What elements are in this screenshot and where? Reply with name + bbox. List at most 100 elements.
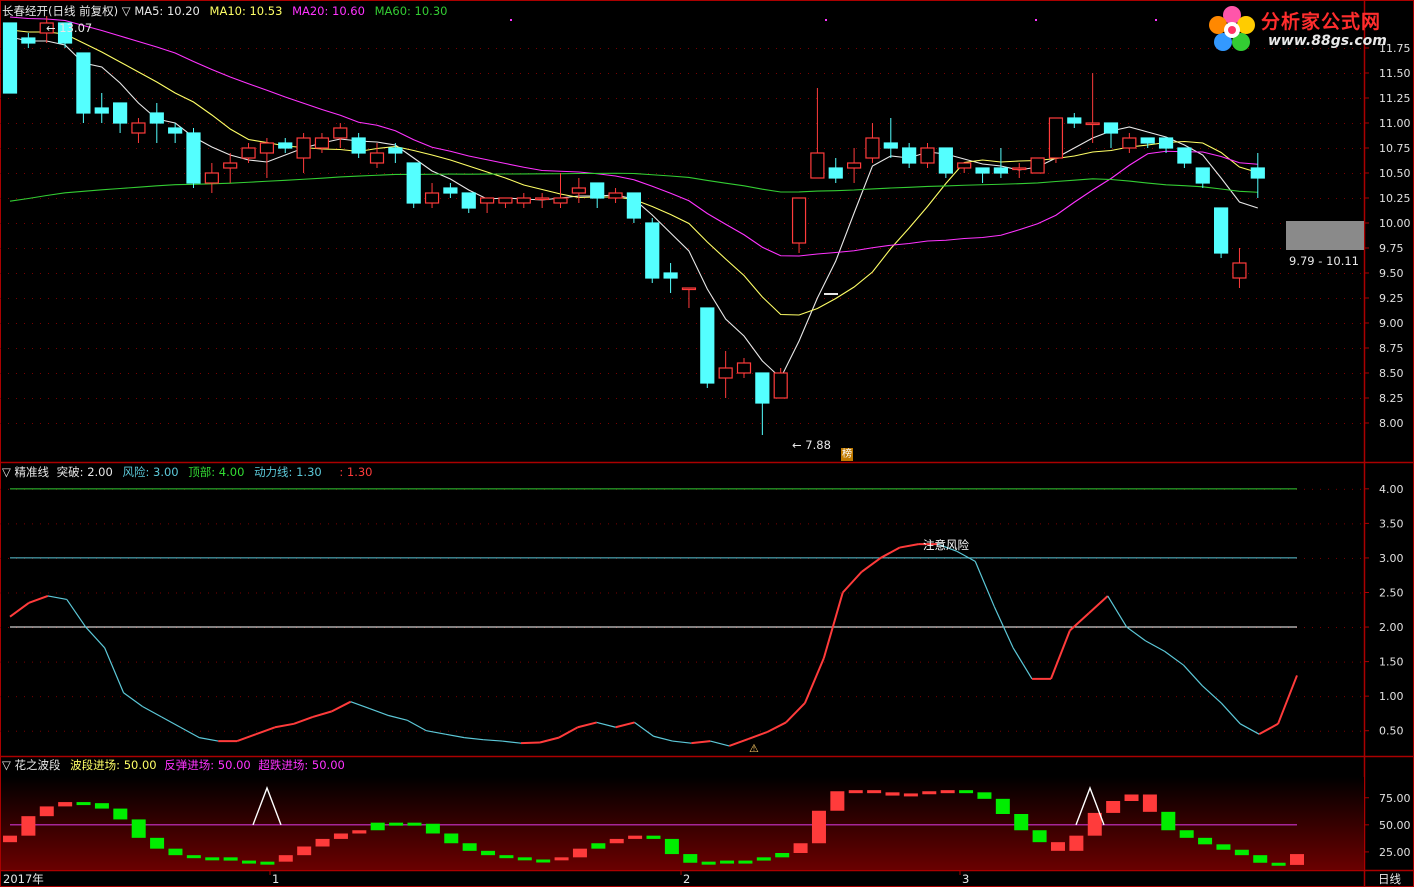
dropdown-triangle-icon[interactable]: ▽ bbox=[2, 758, 11, 772]
precision-line-segment bbox=[1050, 630, 1071, 680]
wave-bar bbox=[1179, 830, 1194, 838]
candle-body bbox=[1122, 137, 1137, 149]
candle-body bbox=[681, 287, 697, 291]
candle-body bbox=[1250, 167, 1265, 179]
candle bbox=[204, 163, 219, 193]
candle bbox=[810, 88, 825, 179]
top-label: 顶部: 4.00 bbox=[188, 465, 245, 479]
wave-bar bbox=[738, 860, 753, 864]
wave-bar bbox=[867, 790, 882, 794]
candle bbox=[1103, 122, 1119, 148]
wave-bar bbox=[977, 792, 992, 799]
wave-bar bbox=[3, 835, 17, 843]
candle-body bbox=[902, 147, 917, 164]
candle-body bbox=[204, 172, 219, 184]
candle-body bbox=[535, 197, 550, 201]
wave-bar bbox=[1106, 801, 1121, 813]
precision-line-segment bbox=[123, 692, 143, 708]
indicator-tick-label: 3.00 bbox=[1379, 552, 1404, 565]
candle bbox=[718, 351, 733, 398]
precision-line-segment bbox=[1277, 675, 1298, 725]
wave-bar bbox=[223, 857, 238, 861]
chart-frame bbox=[0, 0, 1414, 887]
candle-body bbox=[1177, 147, 1192, 164]
price-tick-label: 8.75 bbox=[1379, 342, 1404, 355]
candle bbox=[626, 192, 642, 223]
candle-body bbox=[1213, 207, 1229, 254]
precision-line-segment bbox=[747, 731, 768, 740]
precision-line-segment bbox=[331, 700, 352, 713]
precision-line-segment bbox=[1107, 595, 1128, 628]
wave-bar bbox=[444, 833, 459, 844]
candle-body bbox=[112, 102, 128, 124]
wave-bar bbox=[297, 846, 312, 856]
candle bbox=[1048, 117, 1064, 163]
candle bbox=[131, 118, 146, 143]
candle-body bbox=[424, 192, 440, 204]
candle bbox=[1213, 207, 1229, 258]
wave-bar bbox=[39, 806, 54, 817]
year-label: 2017年 bbox=[3, 872, 44, 886]
logo-title: 分析家公式网 bbox=[1261, 11, 1382, 33]
wave-bar bbox=[389, 822, 404, 826]
crosshair-price-box[interactable] bbox=[1286, 221, 1364, 250]
candle bbox=[21, 33, 36, 48]
wave-bar bbox=[94, 803, 109, 809]
candle bbox=[1158, 137, 1174, 153]
wave-bar bbox=[1142, 794, 1157, 812]
precision-line-segment bbox=[502, 740, 522, 744]
price-tick-label: 8.25 bbox=[1379, 392, 1404, 405]
candle bbox=[1122, 133, 1137, 153]
candle-body bbox=[663, 272, 678, 279]
candle bbox=[1177, 147, 1192, 168]
wave-bar bbox=[517, 857, 532, 861]
stock-title[interactable]: 长春经开(日线 前复权) bbox=[2, 4, 118, 18]
wave-bar bbox=[756, 857, 771, 861]
candle-body bbox=[480, 197, 495, 204]
candle-body bbox=[571, 187, 586, 194]
candle bbox=[369, 143, 385, 168]
rank-badge[interactable]: 榜 bbox=[841, 448, 853, 461]
precision-line-segment bbox=[822, 592, 844, 659]
price-tick-label: 11.25 bbox=[1379, 92, 1411, 105]
precision-line-segment bbox=[1220, 702, 1241, 725]
outer-border bbox=[0, 0, 1414, 887]
current-price-dash bbox=[824, 293, 838, 295]
candle-body bbox=[773, 372, 788, 399]
wave-bar bbox=[609, 838, 624, 844]
precision-line-segment bbox=[899, 543, 919, 549]
precision-line-segment bbox=[1258, 722, 1279, 736]
price-tick-label: 8.00 bbox=[1379, 417, 1404, 430]
candle-body bbox=[755, 372, 770, 404]
price-tick-label: 9.00 bbox=[1379, 317, 1404, 330]
wave-bar bbox=[168, 848, 183, 856]
wave-bar bbox=[425, 823, 440, 834]
precision-line-segment bbox=[445, 733, 465, 739]
wave-bar bbox=[150, 837, 165, 849]
period-label[interactable]: 日线 bbox=[1378, 872, 1401, 886]
candle-body bbox=[1085, 122, 1100, 126]
candle-body bbox=[791, 197, 807, 244]
precision-line-segment bbox=[293, 715, 314, 725]
precision-line-segment bbox=[1145, 640, 1165, 652]
candle bbox=[149, 103, 164, 143]
candle bbox=[1250, 153, 1265, 198]
dropdown-triangle-icon[interactable]: ▽ bbox=[122, 4, 131, 18]
candle-body bbox=[516, 197, 531, 204]
candle-body bbox=[186, 132, 201, 184]
indicator-tick-label: 4.00 bbox=[1379, 483, 1404, 496]
ma5-label: MA5: 10.20 bbox=[134, 4, 200, 18]
candle-body bbox=[810, 152, 825, 179]
candle-body bbox=[920, 147, 935, 164]
wave-bar bbox=[76, 802, 91, 806]
dropdown-triangle-icon[interactable]: ▽ bbox=[2, 465, 11, 479]
wave-bar bbox=[1087, 812, 1102, 836]
precision-line-segment bbox=[880, 546, 901, 559]
wave-title[interactable]: 花之波段 bbox=[15, 758, 61, 772]
indicator-tick-label: 2.00 bbox=[1379, 621, 1404, 634]
precision-line-segment bbox=[596, 721, 616, 728]
candle-body bbox=[553, 197, 568, 204]
indicator-title[interactable]: 精准线 bbox=[15, 465, 50, 479]
price-tick-label: 8.50 bbox=[1379, 367, 1404, 380]
candle-body bbox=[1140, 137, 1155, 144]
